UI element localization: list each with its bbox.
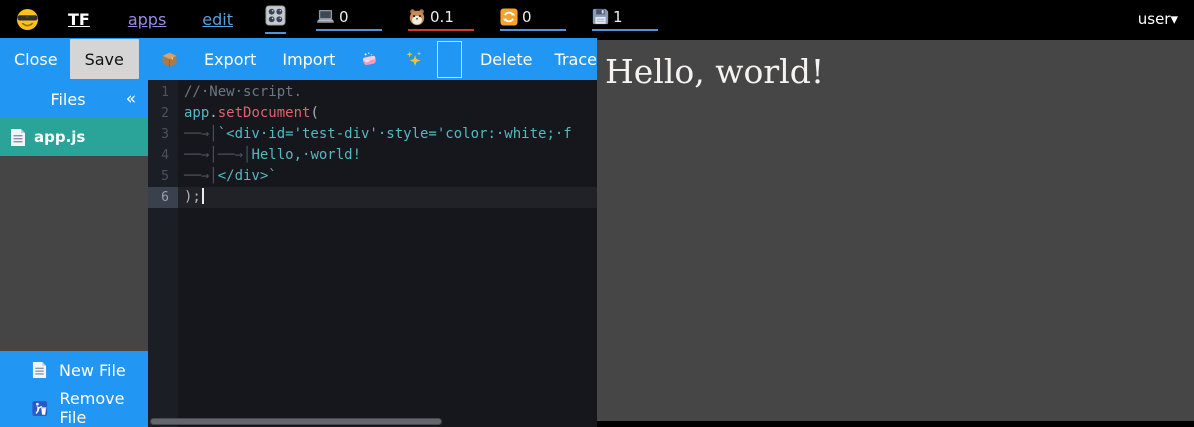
files-header-title: Files [0,90,114,109]
code-line[interactable]: 2app.setDocument( [148,103,597,124]
new-file-label: New File [59,361,126,380]
repeat-count-field[interactable]: 0 [500,8,566,31]
preview-hello-text: Hello, world! [597,40,1194,91]
files-header: Files « [0,80,148,118]
line-number: 5 [148,166,178,187]
text-cursor [202,188,204,204]
file-list-empty-area [0,156,148,351]
code-line[interactable]: 1//·New·script. [148,82,597,103]
control-knobs-icon [265,5,286,26]
save-button[interactable]: Save [70,39,139,79]
apps-link[interactable]: apps [128,10,166,29]
file-document-icon [10,128,26,147]
file-item-appjs[interactable]: app.js [0,118,148,156]
horizontal-scrollbar-thumb[interactable] [150,418,442,425]
delete-button[interactable]: Delete [480,50,533,69]
save-count-value: 1 [613,8,623,26]
code-line[interactable]: 6); [148,187,597,208]
code-line[interactable]: 5──→│</div>` [148,166,597,187]
edit-link[interactable]: edit [202,10,233,29]
line-number: 2 [148,103,178,124]
remove-file-label: Remove File [60,389,148,427]
user-menu[interactable]: user▾ [1138,10,1178,28]
blank-toolbar-button[interactable] [437,41,462,78]
soap-icon[interactable] [361,48,378,70]
brand-link[interactable]: TF [68,10,90,29]
sunglasses-face-icon[interactable] [16,8,39,31]
control-knobs-button[interactable] [265,5,286,34]
repeat-icon [500,8,518,26]
repeat-count-value: 0 [522,8,532,26]
line-number: 6 [148,187,178,208]
cpu-count-field[interactable]: 0 [316,8,382,31]
line-number: 3 [148,124,178,145]
trace-button[interactable]: Trace [555,50,597,69]
sparkles-icon[interactable] [405,48,422,70]
editor-toolbar: Close Save Export Import Delete [0,38,597,80]
app-window: TF apps edit 0 [0,0,1194,427]
import-button[interactable]: Import [282,50,335,69]
remove-file-button[interactable]: Remove File [0,389,148,427]
hamster-rate-field[interactable]: 0.1 [408,8,474,31]
save-count-field[interactable]: 1 [592,8,658,31]
top-navbar: TF apps edit 0 [0,0,1194,38]
hamster-rate-value: 0.1 [430,8,454,26]
export-button[interactable]: Export [204,50,256,69]
litter-bin-icon [32,400,48,417]
package-icon[interactable] [161,48,178,70]
line-number: 4 [148,145,178,166]
preview-pane: Hello, world! [597,40,1194,421]
code-line[interactable]: 4──→│──→│Hello,·world! [148,145,597,166]
floppy-icon [592,8,609,25]
close-button[interactable]: Close [14,50,58,69]
file-name-label: app.js [34,128,85,146]
collapse-sidebar-button[interactable]: « [114,89,148,109]
code-editor[interactable]: 1//·New·script.2app.setDocument(3──→│`<d… [148,80,597,427]
files-sidebar: Files « app.js New File [0,80,148,427]
new-file-button[interactable]: New File [0,351,148,389]
laptop-icon [316,9,335,24]
new-file-icon [32,361,47,379]
line-number: 1 [148,82,178,103]
cpu-count-value: 0 [339,8,349,26]
code-lines: 1//·New·script.2app.setDocument(3──→│`<d… [148,82,597,208]
code-line[interactable]: 3──→│`<div·id='test-div'·style='color:·w… [148,124,597,145]
hamster-icon [408,8,426,26]
